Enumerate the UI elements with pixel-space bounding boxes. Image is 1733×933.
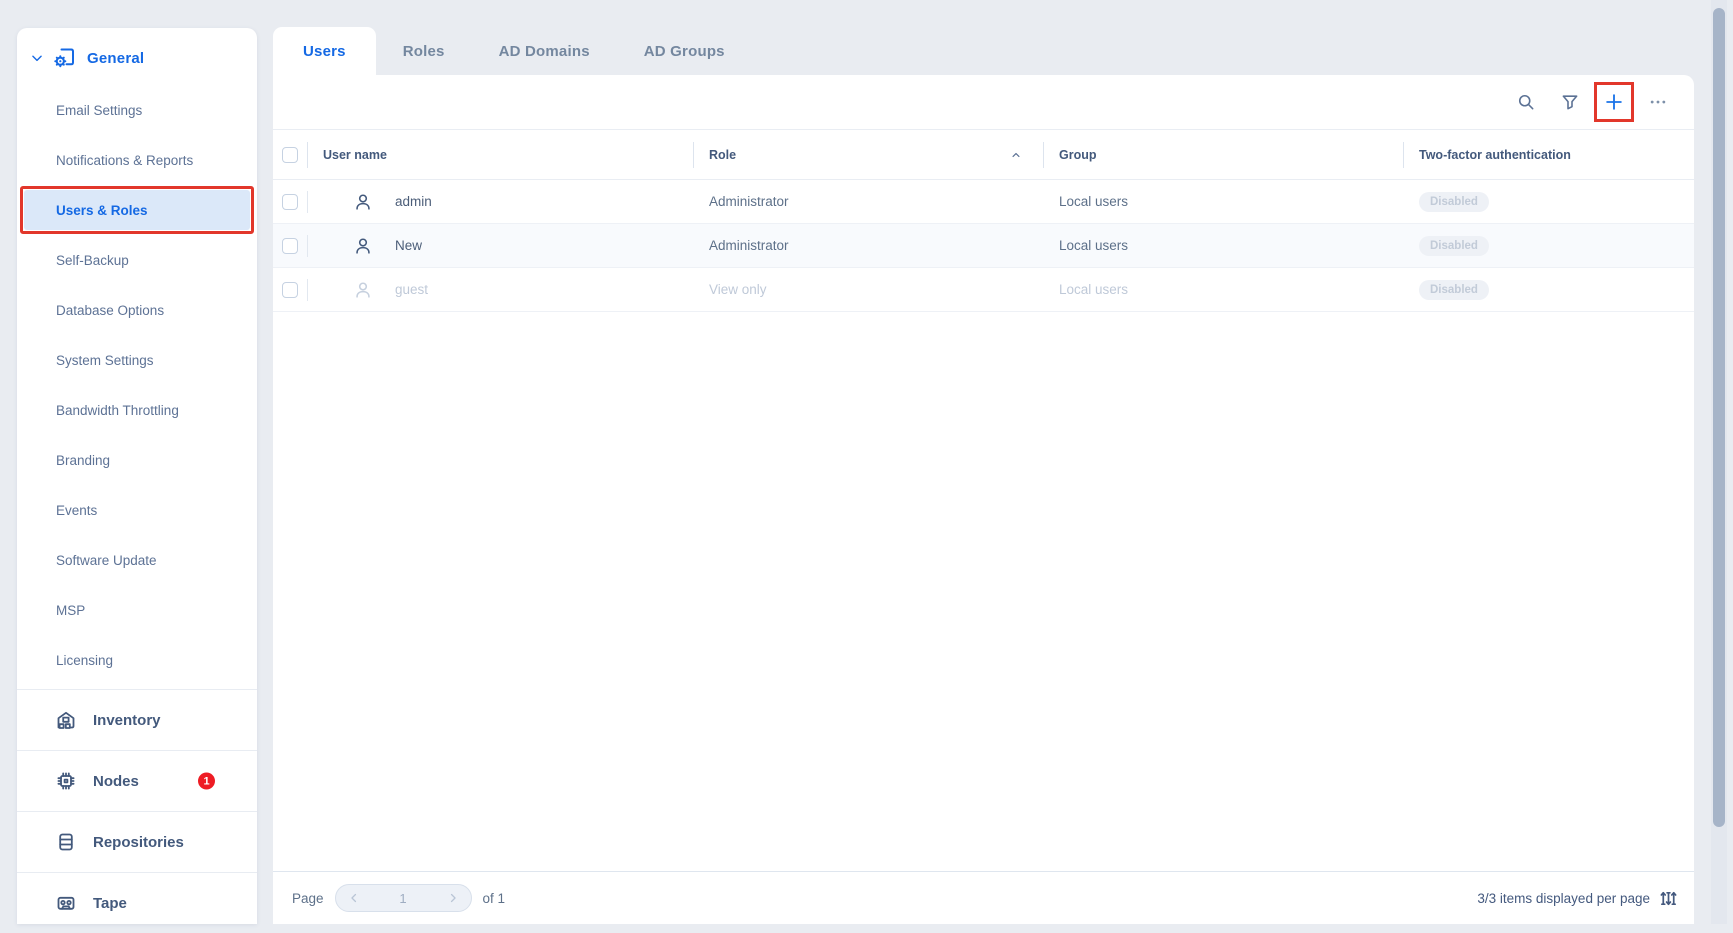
sidebar-section-inventory[interactable]: Inventory xyxy=(17,689,257,750)
tab-users[interactable]: Users xyxy=(273,27,376,75)
sidebar-section-repositories[interactable]: Repositories xyxy=(17,811,257,872)
user-icon xyxy=(352,235,374,257)
sidebar-item-email-settings[interactable]: Email Settings xyxy=(17,85,257,135)
user-role: Administrator xyxy=(709,238,789,253)
column-header-two-factor[interactable]: Two-factor authentication xyxy=(1403,141,1694,168)
table-row-guest[interactable]: guest View only Local users Disabled xyxy=(273,268,1694,312)
user-icon xyxy=(352,279,374,301)
user-role: Administrator xyxy=(709,194,789,209)
page-of-label: of 1 xyxy=(482,890,506,906)
user-name: admin xyxy=(395,194,432,209)
sliders-icon[interactable] xyxy=(1659,889,1678,908)
sidebar-item-system-settings[interactable]: System Settings xyxy=(17,335,257,385)
sidebar-item-users-roles[interactable]: Users & Roles xyxy=(24,190,250,230)
column-header-group[interactable]: Group xyxy=(1043,141,1403,168)
tab-roles[interactable]: Roles xyxy=(376,27,472,75)
user-name: New xyxy=(395,238,423,253)
add-user-button[interactable] xyxy=(1592,82,1636,122)
user-role: View only xyxy=(709,282,767,297)
tab-bar: Users Roles AD Domains AD Groups xyxy=(273,27,752,75)
more-icon xyxy=(1648,92,1668,112)
sidebar-item-self-backup[interactable]: Self-Backup xyxy=(17,235,257,285)
column-header-user-name[interactable]: User name xyxy=(307,141,693,168)
user-name: guest xyxy=(395,282,429,297)
search-icon xyxy=(1516,92,1536,112)
warehouse-icon xyxy=(54,708,78,732)
select-all-checkbox[interactable] xyxy=(282,146,298,163)
items-per-page-label: 3/3 items displayed per page xyxy=(1477,890,1650,906)
sort-ascending-icon[interactable] xyxy=(1009,148,1023,162)
filter-button[interactable] xyxy=(1548,82,1592,122)
tab-ad-domains[interactable]: AD Domains xyxy=(472,27,617,75)
two-factor-status-badge: Disabled xyxy=(1419,279,1489,300)
sidebar-item-database-options[interactable]: Database Options xyxy=(17,285,257,335)
table-footer: Page 1 of 1 3/3 items displayed per page xyxy=(273,871,1694,924)
sidebar: General Email Settings Notifications & R… xyxy=(17,28,257,924)
user-icon xyxy=(352,191,374,213)
current-page-value[interactable]: 1 xyxy=(399,891,406,906)
row-checkbox[interactable] xyxy=(282,281,298,298)
column-header-role[interactable]: Role xyxy=(693,141,1043,168)
tab-ad-groups[interactable]: AD Groups xyxy=(617,27,752,75)
sidebar-item-software-update[interactable]: Software Update xyxy=(17,535,257,585)
sidebar-nodes-label: Nodes xyxy=(93,772,139,790)
filter-icon xyxy=(1560,92,1580,112)
sidebar-repositories-label: Repositories xyxy=(93,833,184,851)
sidebar-general-items: Email Settings Notifications & Reports U… xyxy=(17,85,257,685)
page-label: Page xyxy=(292,890,324,906)
next-page-button[interactable] xyxy=(446,891,460,905)
chevron-down-icon[interactable] xyxy=(30,51,44,65)
scrollbar-thumb[interactable] xyxy=(1713,8,1725,827)
user-group: Local users xyxy=(1059,238,1129,253)
add-icon xyxy=(1603,91,1625,113)
sidebar-section-nodes[interactable]: Nodes 1 xyxy=(17,750,257,811)
table-row-admin[interactable]: admin Administrator Local users Disabled xyxy=(273,180,1694,224)
users-panel: User name Role Group Two-factor authenti… xyxy=(273,75,1694,924)
chip-icon xyxy=(54,769,78,793)
more-button[interactable] xyxy=(1636,82,1680,122)
sidebar-item-notifications-reports[interactable]: Notifications & Reports xyxy=(17,135,257,185)
sidebar-general-label: General xyxy=(87,49,145,67)
row-checkbox[interactable] xyxy=(282,193,298,210)
row-checkbox[interactable] xyxy=(282,237,298,254)
sidebar-item-events[interactable]: Events xyxy=(17,485,257,535)
sidebar-tape-label: Tape xyxy=(93,894,127,912)
user-group: Local users xyxy=(1059,282,1129,297)
page-selector: 1 xyxy=(334,884,472,912)
tape-icon xyxy=(54,891,78,915)
gear-window-icon xyxy=(51,45,77,71)
previous-page-button[interactable] xyxy=(347,891,361,905)
two-factor-status-badge: Disabled xyxy=(1419,235,1489,256)
sidebar-item-licensing[interactable]: Licensing xyxy=(17,635,257,685)
toolbar xyxy=(273,75,1694,130)
table-row-new[interactable]: New Administrator Local users Disabled xyxy=(273,224,1694,268)
search-button[interactable] xyxy=(1504,82,1548,122)
table-header: User name Role Group Two-factor authenti… xyxy=(273,130,1694,180)
sidebar-item-msp[interactable]: MSP xyxy=(17,585,257,635)
two-factor-status-badge: Disabled xyxy=(1419,191,1489,212)
database-icon xyxy=(54,830,78,854)
sidebar-section-general[interactable]: General xyxy=(17,28,257,71)
sidebar-item-bandwidth-throttling[interactable]: Bandwidth Throttling xyxy=(17,385,257,435)
user-group: Local users xyxy=(1059,194,1129,209)
nodes-count-badge: 1 xyxy=(198,772,215,790)
sidebar-item-branding[interactable]: Branding xyxy=(17,435,257,485)
sidebar-inventory-label: Inventory xyxy=(93,711,161,729)
